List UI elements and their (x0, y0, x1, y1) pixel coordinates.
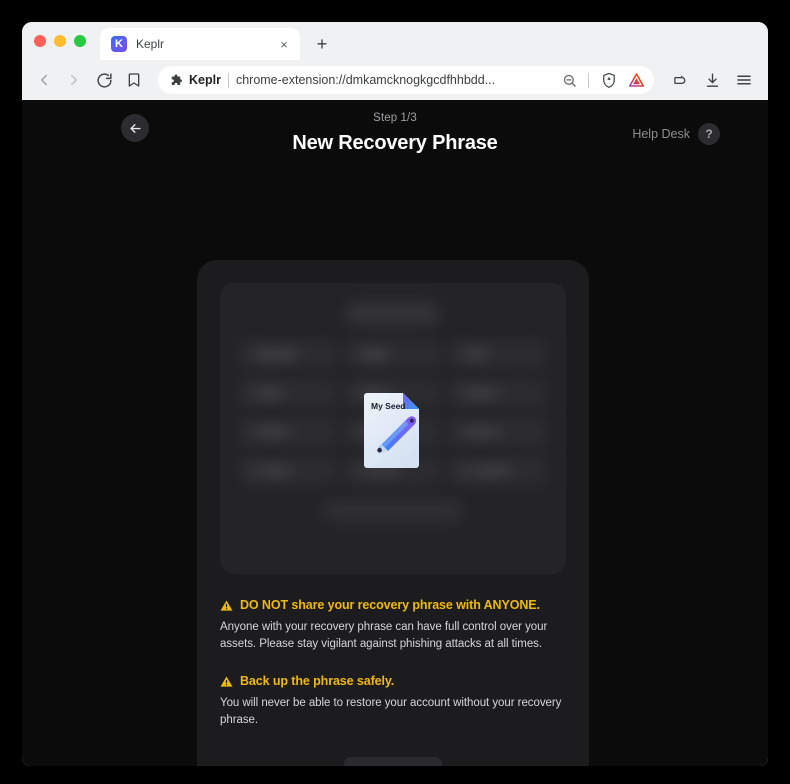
word-text: absent (467, 388, 497, 399)
word-count-selector (240, 301, 546, 327)
close-tab-icon[interactable]: × (276, 36, 292, 52)
brave-rewards-triangle-icon[interactable] (626, 70, 646, 90)
my-seed-label: My Seed (371, 401, 406, 411)
mnemonic-panel: 1abandon 2ability 3able 4about 5above 6a… (220, 283, 566, 574)
warning-triangle-icon (220, 599, 233, 612)
url-text: chrome-extension://dmkamcknogkgcdfhhbdd.… (236, 73, 553, 87)
maximize-window-button[interactable] (74, 35, 86, 47)
word-index: 11 (353, 466, 362, 476)
minimize-window-button[interactable] (54, 35, 66, 47)
word-text: absurd (467, 427, 498, 438)
new-tab-button[interactable]: + (308, 30, 336, 58)
copy-to-clipboard-button (324, 500, 462, 522)
downloads-icon[interactable] (698, 66, 726, 94)
mnemonic-word-chip: 1 abandon (240, 341, 337, 367)
question-mark-icon[interactable]: ? (698, 123, 720, 145)
hamburger-menu-icon[interactable] (730, 66, 758, 94)
browser-window: K Keplr × + Keplr chrome-extension://dmk… (22, 22, 768, 766)
extensions-icon[interactable] (666, 66, 694, 94)
extension-name-label: Keplr (189, 73, 221, 87)
mnemonic-word-chip: 2 ability (345, 341, 442, 367)
word-index: 4 (248, 388, 253, 398)
page-header: Step 1/3 New Recovery Phrase Help Desk ? (22, 100, 768, 168)
word-index: 6 (457, 388, 462, 398)
word-index: 1 (248, 349, 253, 359)
browser-toolbar: Keplr chrome-extension://dmkamcknogkgcdf… (22, 60, 768, 100)
warning-body: Anyone with your recovery phrase can hav… (220, 619, 566, 652)
warning-triangle-icon (220, 675, 233, 688)
word-index: 7 (248, 427, 253, 437)
keplr-page: Step 1/3 New Recovery Phrase Help Desk ?… (22, 100, 768, 766)
warning-heading-row: DO NOT share your recovery phrase with A… (220, 598, 566, 612)
address-bar[interactable]: Keplr chrome-extension://dmkamcknogkgcdf… (158, 66, 654, 94)
mnemonic-word-chip: 6 absent (449, 380, 546, 406)
window-traffic-lights (34, 22, 100, 60)
keplr-favicon-icon: K (111, 36, 127, 52)
word-index: 9 (457, 427, 462, 437)
omnibox-divider (228, 73, 229, 88)
mnemonic-word-chip: 7 absorb (240, 419, 337, 445)
back-arrow-icon[interactable] (30, 66, 58, 94)
forward-arrow-icon[interactable] (60, 66, 88, 94)
mnemonic-word-chip: 4 about (240, 380, 337, 406)
mnemonic-word-chip: 9 absurd (449, 419, 546, 445)
zoom-out-icon[interactable] (560, 71, 578, 89)
mnemonic-word-chip: 12 accident (449, 458, 546, 484)
close-window-button[interactable] (34, 35, 46, 47)
word-text: accident (472, 466, 509, 477)
tab-strip: K Keplr × + (22, 22, 768, 60)
extension-puzzle-icon (169, 73, 183, 87)
warnings-section: DO NOT share your recovery phrase with A… (220, 598, 566, 729)
warning-back-up-safely: Back up the phrase safely. You will neve… (220, 674, 566, 728)
warning-body: You will never be able to restore your a… (220, 695, 566, 728)
help-desk-link[interactable]: Help Desk ? (632, 123, 720, 145)
word-text: ability (363, 349, 389, 360)
toolbar-right-actions (666, 66, 758, 94)
word-index: 8 (353, 427, 358, 437)
warning-heading-row: Back up the phrase safely. (220, 674, 566, 688)
reload-icon[interactable] (90, 66, 118, 94)
word-index: 3 (457, 349, 462, 359)
warning-heading: Back up the phrase safely. (240, 674, 394, 688)
mnemonic-word-chip: 3 able (449, 341, 546, 367)
bookmark-icon[interactable] (120, 66, 148, 94)
word-text: about (258, 388, 283, 399)
warning-do-not-share: DO NOT share your recovery phrase with A… (220, 598, 566, 652)
word-text: abandon (258, 349, 297, 360)
omnibox-separator (588, 73, 589, 88)
copy-row (240, 500, 546, 522)
help-desk-label: Help Desk (632, 127, 690, 141)
advanced-button[interactable]: Advanced (344, 757, 442, 766)
extension-origin-chip: Keplr (169, 73, 221, 87)
tab-title: Keplr (136, 37, 267, 51)
word-index: 10 (248, 466, 258, 476)
browser-tab-keplr[interactable]: K Keplr × (100, 28, 300, 60)
warning-heading: DO NOT share your recovery phrase with A… (240, 598, 540, 612)
mnemonic-word-chip: 10 abuse (240, 458, 337, 484)
word-text: abuse (263, 466, 290, 477)
word-index: 5 (353, 388, 358, 398)
recovery-phrase-card: 1abandon 2ability 3able 4about 5above 6a… (197, 260, 589, 766)
brave-shield-icon[interactable] (599, 70, 619, 90)
word-count-toggle (345, 303, 441, 325)
word-index: 12 (457, 466, 467, 476)
word-text: able (467, 349, 486, 360)
word-index: 2 (353, 349, 358, 359)
my-seed-document-icon: My Seed (364, 390, 422, 468)
card-actions: Advanced I understood. Show my phrase. (220, 757, 566, 766)
word-text: absorb (258, 427, 289, 438)
